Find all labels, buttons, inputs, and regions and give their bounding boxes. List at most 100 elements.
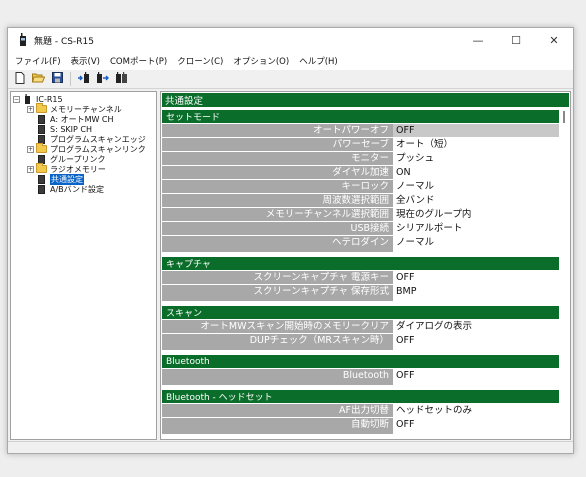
section-title: Bluetooth [162,355,559,368]
tree-item-label: A/Bバンド設定 [50,184,105,194]
new-file-icon [15,71,25,87]
setting-value[interactable]: シリアルポート [393,222,559,235]
settings-body: セットモード オートパワーオフ OFF パワーセーブ オート（短） モニター プッシュ ダイヤ… [162,109,559,439]
tree-item[interactable]: A: オートMW CH [11,114,156,124]
setting-row[interactable]: ヘテロダイン ノーマル [162,235,559,249]
setting-value[interactable]: 現在のグループ内 [393,208,559,221]
folder-shape [36,143,47,153]
setting-value[interactable]: OFF [393,124,559,137]
setting-label: メモリーチャンネル選択範囲 [162,208,393,221]
setting-row[interactable]: DUPチェック（MRスキャン時） OFF [162,333,559,347]
tree-item[interactable]: グループリンク [11,154,156,164]
title-bar: 無題 - CS-R15 — ☐ ✕ [8,28,573,52]
tree-panel: − IC-R15 + メモリーチャンネル A: オートMW CH S: SKIP CH… [10,91,157,440]
section-title: Bluetooth - ヘッドセット [162,390,559,403]
setting-row[interactable]: モニター プッシュ [162,151,559,165]
open-file-button[interactable] [30,72,47,87]
menu-com-port[interactable]: COMポート(P) [105,55,172,67]
status-bar [8,441,573,453]
setting-label: スクリーンキャプチャ 保存形式 [162,285,393,298]
menu-help[interactable]: ヘルプ(H) [294,55,343,67]
setting-row[interactable]: スクリーンキャプチャ 電源キー OFF [162,270,559,284]
setting-label: ダイヤル加速 [162,166,393,179]
section-spacer [162,382,393,385]
setting-row[interactable]: キーロック ノーマル [162,179,559,193]
scrollbar-thumb[interactable] [563,111,565,123]
menu-options[interactable]: オプション(O) [228,55,294,67]
setting-label: ヘテロダイン [162,236,393,249]
setting-label: モニター [162,152,393,165]
minimize-button[interactable]: — [459,28,497,52]
setting-value[interactable]: ON [393,166,559,179]
tree-items: + メモリーチャンネル A: オートMW CH S: SKIP CH プログラムスキャン… [11,103,156,194]
transfer-button[interactable] [113,71,130,87]
setting-label: 自動切断 [162,418,393,431]
setting-value[interactable]: OFF [393,418,559,431]
document-icon [36,174,47,184]
save-button[interactable] [49,72,66,87]
expand-icon[interactable]: + [27,105,34,113]
tree-root[interactable]: − IC-R15 [11,94,156,104]
section-spacer [162,431,393,434]
setting-label: AF出力切替 [162,404,393,417]
setting-value[interactable]: OFF [393,369,559,382]
setting-value[interactable]: 全バンド [393,194,559,207]
setting-value[interactable]: ノーマル [393,236,559,249]
setting-row[interactable]: パワーセーブ オート（短） [162,137,559,151]
folder-shape [36,103,47,113]
app-window: 無題 - CS-R15 — ☐ ✕ ファイル(F) 表示(V) COMポート(P… [7,27,574,454]
setting-row[interactable]: オートMWスキャン開始時のメモリークリア ダイアログの表示 [162,319,559,333]
setting-row[interactable]: 周波数選択範囲 全バンド [162,193,559,207]
settings-header: 共通設定 [162,93,569,107]
expand-icon[interactable]: + [27,165,34,173]
setting-value[interactable]: プッシュ [393,152,559,165]
setting-row[interactable]: AF出力切替 ヘッドセットのみ [162,403,559,417]
expand-icon[interactable]: + [27,145,34,153]
menu-view[interactable]: 表示(V) [66,55,105,67]
setting-row[interactable]: 自動切断 OFF [162,417,559,431]
setting-value[interactable]: BMP [393,285,559,298]
tree-item[interactable]: A/Bバンド設定 [11,184,156,194]
transfer-icon [115,71,128,87]
setting-row[interactable]: USB接続 シリアルポート [162,221,559,235]
setting-value[interactable]: OFF [393,334,559,347]
tree-item[interactable]: + プログラムスキャンリンク [11,143,156,154]
tree-item[interactable]: + ラジオメモリー [11,163,156,174]
setting-row[interactable]: Bluetooth OFF [162,368,559,382]
setting-label: Bluetooth [162,369,393,382]
tree-item[interactable]: + メモリーチャンネル [11,103,156,114]
close-button[interactable]: ✕ [535,28,573,52]
document-shape [38,184,45,194]
menu-file[interactable]: ファイル(F) [10,55,66,67]
setting-row[interactable]: オートパワーオフ OFF [162,123,559,137]
setting-label: DUPチェック（MRスキャン時） [162,334,393,347]
setting-label: オートMWスキャン開始時のメモリークリア [162,320,393,333]
setting-value[interactable]: ノーマル [393,180,559,193]
setting-row[interactable]: ダイヤル加速 ON [162,165,559,179]
settings-section: スキャン オートMWスキャン開始時のメモリークリア ダイアログの表示 DUPチェック（… [162,306,559,350]
setting-value[interactable]: OFF [393,271,559,284]
setting-value[interactable]: オート（短） [393,138,559,151]
document-icon [36,184,47,194]
setting-label: キーロック [162,180,393,193]
collapse-icon[interactable]: − [13,95,20,103]
read-from-radio-button[interactable] [75,71,92,87]
vertical-scrollbar[interactable] [560,109,569,439]
folder-icon [36,143,47,154]
setting-value[interactable]: ダイアログの表示 [393,320,559,333]
menu-clone[interactable]: クローン(C) [172,55,228,67]
maximize-button[interactable]: ☐ [497,28,535,52]
tree-item[interactable]: S: SKIP CH [11,124,156,134]
tree-item-label: S: SKIP CH [50,124,92,134]
setting-value[interactable]: ヘッドセットのみ [393,404,559,417]
section-title: キャプチャ [162,257,559,270]
document-icon [36,124,47,134]
toolbar [8,70,573,89]
tree-item[interactable]: 共通設定 [11,173,156,185]
new-file-button[interactable] [11,71,28,87]
setting-row[interactable]: スクリーンキャプチャ 保存形式 BMP [162,284,559,298]
setting-row[interactable]: メモリーチャンネル選択範囲 現在のグループ内 [162,207,559,221]
write-to-radio-button[interactable] [94,71,111,87]
tree-item[interactable]: プログラムスキャンエッジ [11,134,156,144]
document-shape [38,174,45,184]
